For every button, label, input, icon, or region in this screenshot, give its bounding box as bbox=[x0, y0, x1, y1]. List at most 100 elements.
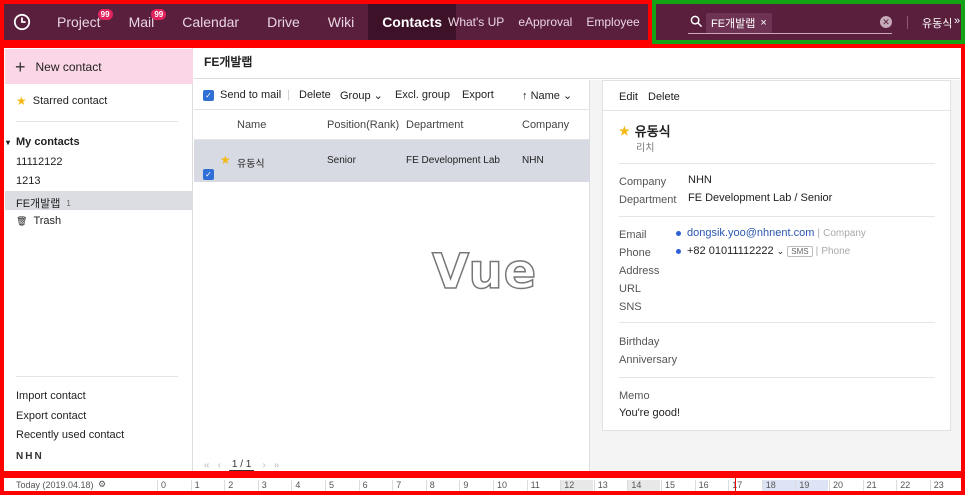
sms-button[interactable]: SMS bbox=[787, 246, 813, 257]
column-header[interactable]: Name bbox=[237, 119, 266, 131]
delete-button[interactable]: Delete bbox=[648, 91, 680, 103]
email-label: Email bbox=[619, 229, 647, 241]
contact-department: FE Development Lab bbox=[406, 155, 500, 166]
divider: | bbox=[817, 228, 821, 239]
name-text: 유동식 bbox=[634, 124, 671, 139]
timeline-hour: 15 bbox=[661, 480, 694, 494]
column-header[interactable]: Position(Rank) bbox=[327, 119, 399, 131]
last-page-icon[interactable]: » bbox=[274, 460, 280, 471]
divider bbox=[619, 322, 935, 323]
nav-whats-up[interactable]: What's UP bbox=[441, 0, 511, 44]
current-time-marker bbox=[735, 478, 736, 494]
phone-type: Phone bbox=[821, 246, 851, 257]
department-label: Department bbox=[619, 194, 677, 206]
email-type: Company bbox=[823, 228, 866, 239]
nav-label: Contacts bbox=[382, 14, 443, 30]
sort-dropdown[interactable]: ↑ Name ⌄ bbox=[522, 89, 572, 102]
chip-close-icon[interactable]: × bbox=[760, 17, 766, 29]
sidebar-item-label: Trash bbox=[33, 215, 62, 227]
phone-value[interactable]: +82 01011112222 bbox=[687, 245, 774, 257]
sidebar-item-label: Starred contact bbox=[32, 95, 108, 107]
nav-eapproval[interactable]: eApproval bbox=[511, 0, 579, 44]
gear-icon[interactable]: ⚙ bbox=[98, 479, 106, 490]
sidebar-item-group[interactable]: 11112122 bbox=[16, 156, 63, 168]
column-header[interactable]: Company bbox=[522, 119, 569, 131]
select-all-checkbox[interactable]: ✓ bbox=[203, 89, 214, 101]
timeline-hour: 2 bbox=[224, 480, 257, 494]
chevron-down-icon: ⌄ bbox=[562, 90, 573, 102]
sidebar-item-label: FE개발랩 bbox=[16, 198, 61, 210]
chip-label: FE개발랩 bbox=[711, 17, 756, 30]
sidebar-item-fe-lab[interactable]: FE개발랩 1 bbox=[16, 195, 71, 211]
chevron-down-icon: ▾ bbox=[6, 137, 11, 147]
sidebar-item-starred[interactable]: ★ Starred contact bbox=[16, 94, 107, 108]
timeline-hour: 1 bbox=[190, 480, 224, 494]
edit-button[interactable]: Edit bbox=[619, 91, 638, 103]
notification-badge: 99 bbox=[151, 9, 167, 20]
user-name[interactable]: 유동식 bbox=[922, 15, 952, 31]
dropdown-label: Name bbox=[530, 90, 560, 102]
timeline-hour: 10 bbox=[493, 480, 526, 494]
new-contact-button[interactable]: + New contact bbox=[5, 49, 193, 84]
nav-wiki[interactable]: Wiki bbox=[314, 0, 368, 44]
nav-project[interactable]: Project 99 bbox=[43, 0, 115, 44]
button-label: New contact bbox=[35, 59, 102, 74]
nav-calendar[interactable]: Calendar bbox=[168, 0, 253, 44]
timeline-hour: 19 bbox=[795, 480, 829, 494]
search-filter-chip[interactable]: FE개발랩 × bbox=[706, 12, 772, 33]
dropdown-label: Group bbox=[340, 90, 371, 102]
import-contact-link[interactable]: Import contact bbox=[16, 390, 86, 402]
next-page-icon[interactable]: › bbox=[262, 460, 265, 471]
send-to-mail-button[interactable]: Send to mail bbox=[220, 89, 281, 101]
list-toolbar: ✓ Send to mail | Delete Group ⌄ Excl. gr… bbox=[194, 80, 590, 110]
timeline-hour: 6 bbox=[358, 480, 392, 494]
table-row[interactable]: ✓ ★ 유동식 Senior FE Development Lab NHN bbox=[194, 140, 590, 182]
divider bbox=[619, 216, 935, 217]
sidebar-group-my-contacts[interactable]: ▾ My contacts bbox=[6, 136, 80, 148]
user-menu-arrow-icon[interactable]: » bbox=[954, 15, 960, 27]
contact-name: 유동식 bbox=[237, 159, 265, 170]
bullet-icon bbox=[676, 248, 681, 254]
arrow-up-icon: ↑ bbox=[522, 90, 528, 102]
star-icon[interactable]: ★ bbox=[619, 124, 630, 138]
recent-contact-link[interactable]: Recently used contact bbox=[16, 429, 124, 441]
contact-detail-panel: Edit Delete ★ 유동식 리치 Company NHN Departme… bbox=[602, 80, 952, 431]
timeline-hour: 0 bbox=[157, 480, 190, 494]
plus-icon: + bbox=[15, 56, 26, 77]
sidebar-item-group[interactable]: 1213 bbox=[16, 175, 40, 187]
email-link[interactable]: dongsik.yoo@nhnent.com bbox=[687, 227, 814, 239]
company-value: NHN bbox=[688, 174, 712, 186]
group-dropdown[interactable]: Group ⌄ bbox=[340, 89, 383, 102]
delete-button[interactable]: Delete bbox=[299, 89, 331, 101]
timeline-hour: 4 bbox=[291, 480, 324, 494]
timeline-hour: 3 bbox=[257, 480, 291, 494]
first-page-icon[interactable]: « bbox=[204, 460, 210, 471]
clear-search-icon[interactable]: ✕ bbox=[880, 16, 892, 28]
excl-group-button[interactable]: Excl. group bbox=[395, 89, 450, 101]
address-label: Address bbox=[619, 265, 660, 277]
star-icon[interactable]: ★ bbox=[220, 153, 231, 167]
search-input[interactable]: FE개발랩 × ✕ bbox=[688, 12, 892, 34]
divider bbox=[907, 16, 908, 29]
item-count: 1 bbox=[66, 198, 71, 208]
column-header[interactable]: Department bbox=[406, 119, 463, 131]
trash-icon: 🗑 bbox=[16, 215, 28, 226]
timeline-hour: 11 bbox=[526, 480, 560, 494]
vue-overlay-text: Vue bbox=[431, 243, 538, 301]
nav-mail[interactable]: Mail 99 bbox=[115, 0, 169, 44]
main-area: ✓ Send to mail | Delete Group ⌄ Excl. gr… bbox=[194, 80, 961, 475]
nav-drive[interactable]: Drive bbox=[253, 0, 314, 44]
contact-position: Senior bbox=[327, 155, 356, 166]
sidebar-item-label: My contacts bbox=[16, 136, 80, 148]
phone-label: Phone bbox=[619, 247, 651, 259]
prev-page-icon[interactable]: ‹ bbox=[218, 460, 221, 471]
sidebar-item-trash[interactable]: 🗑 Trash bbox=[16, 215, 61, 227]
clock-logo-icon[interactable] bbox=[8, 8, 36, 36]
checkbox-checked-icon: ✓ bbox=[203, 169, 214, 180]
nav-employee[interactable]: Employee bbox=[579, 0, 646, 44]
export-button[interactable]: Export bbox=[462, 89, 494, 101]
chevron-down-icon[interactable]: ⌄ bbox=[777, 246, 785, 256]
divider bbox=[16, 121, 178, 122]
memo-label: Memo bbox=[619, 390, 650, 402]
export-contact-link[interactable]: Export contact bbox=[16, 410, 86, 422]
